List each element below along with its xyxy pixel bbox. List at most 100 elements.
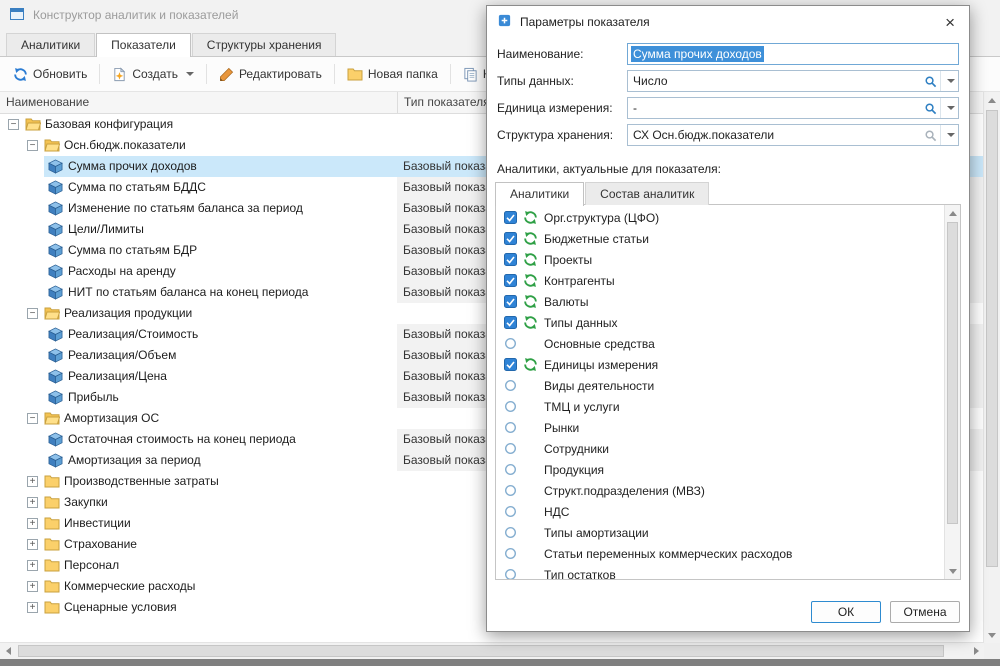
checkbox-unchecked-icon[interactable] <box>504 526 517 539</box>
checkbox-unchecked-icon[interactable] <box>504 400 517 413</box>
checkbox-checked-icon[interactable] <box>504 211 517 224</box>
analytics-scrollbar[interactable] <box>944 205 960 579</box>
analytics-item[interactable]: Основные средства <box>496 333 945 354</box>
horizontal-scroll-thumb[interactable] <box>18 645 944 657</box>
analytics-scroll-thumb[interactable] <box>947 222 958 524</box>
analytics-item[interactable]: Типы данных <box>496 312 945 333</box>
analytics-item[interactable]: Продукция <box>496 459 945 480</box>
name-input[interactable]: Сумма прочих доходов <box>627 43 959 65</box>
chevron-down-icon <box>947 106 955 110</box>
collapse-icon[interactable]: − <box>27 413 38 424</box>
checkbox-checked-icon[interactable] <box>504 358 517 371</box>
analytics-item[interactable]: Бюджетные статьи <box>496 228 945 249</box>
column-header-type[interactable]: Тип показателя <box>397 92 490 113</box>
tree-item-label: Закупки <box>64 492 108 513</box>
create-button[interactable]: Создать <box>104 63 202 86</box>
expand-icon[interactable]: + <box>27 476 38 487</box>
analytics-item[interactable]: Контрагенты <box>496 270 945 291</box>
checkbox-unchecked-icon[interactable] <box>504 442 517 455</box>
analytics-item[interactable]: Рынки <box>496 417 945 438</box>
data-types-lookup[interactable]: Число <box>627 70 959 92</box>
cancel-button[interactable]: Отмена <box>890 601 960 623</box>
dropdown-button[interactable] <box>940 98 958 118</box>
checkbox-checked-icon[interactable] <box>504 316 517 329</box>
search-icon[interactable] <box>921 75 940 88</box>
collapse-icon[interactable]: − <box>27 308 38 319</box>
scroll-down-button[interactable] <box>945 563 960 579</box>
tab-analytics-list[interactable]: Аналитики <box>495 182 584 206</box>
vertical-scroll-thumb[interactable] <box>986 110 998 567</box>
tab-analytics-composition[interactable]: Состав аналитик <box>585 182 709 205</box>
analytics-item[interactable]: Тип остатков <box>496 564 945 579</box>
checkbox-unchecked-icon[interactable] <box>504 484 517 497</box>
checkbox-unchecked-icon[interactable] <box>504 505 517 518</box>
analytics-item[interactable]: Виды деятельности <box>496 375 945 396</box>
checkbox-unchecked-icon[interactable] <box>504 463 517 476</box>
analytics-item[interactable]: Единицы измерения <box>496 354 945 375</box>
analytics-item[interactable]: Сотрудники <box>496 438 945 459</box>
checkbox-checked-icon[interactable] <box>504 253 517 266</box>
ok-button[interactable]: ОК <box>811 601 881 623</box>
column-header-name[interactable]: Наименование <box>6 95 89 109</box>
tree-item-label: Остаточная стоимость на конец периода <box>68 429 296 450</box>
analytics-item-label: Единицы измерения <box>544 358 658 372</box>
checkbox-unchecked-icon[interactable] <box>504 421 517 434</box>
scroll-up-button[interactable] <box>984 92 1000 108</box>
scroll-down-button[interactable] <box>984 627 1000 643</box>
dropdown-button[interactable] <box>940 71 958 91</box>
tab-storage-structures[interactable]: Структуры хранения <box>192 33 337 56</box>
analytics-dimension-icon <box>523 210 539 225</box>
checkbox-unchecked-icon[interactable] <box>504 568 517 579</box>
expand-icon[interactable]: + <box>27 602 38 613</box>
checkbox-unchecked-icon[interactable] <box>504 547 517 560</box>
tree-item-label: Сценарные условия <box>64 597 177 618</box>
folder-icon <box>44 579 60 600</box>
checkbox-checked-icon[interactable] <box>504 295 517 308</box>
dropdown-button[interactable] <box>940 125 958 145</box>
analytics-item-label: Проекты <box>544 253 592 267</box>
analytics-item[interactable]: Структ.подразделения (МВЗ) <box>496 480 945 501</box>
horizontal-scrollbar[interactable] <box>0 642 984 659</box>
expand-icon[interactable]: + <box>27 581 38 592</box>
tree-item-label: Реализация продукции <box>64 303 192 324</box>
expand-icon[interactable]: + <box>27 497 38 508</box>
storage-structure-lookup[interactable]: СХ Осн.бюдж.показатели <box>627 124 959 146</box>
analytics-item-label: Статьи переменных коммерческих расходов <box>544 547 792 561</box>
analytics-item[interactable]: Проекты <box>496 249 945 270</box>
scroll-up-button[interactable] <box>945 205 960 221</box>
tab-analytics[interactable]: Аналитики <box>6 33 95 56</box>
unit-lookup[interactable]: - <box>627 97 959 119</box>
analytics-item[interactable]: НДС <box>496 501 945 522</box>
refresh-button[interactable]: Обновить <box>5 63 95 86</box>
checkbox-checked-icon[interactable] <box>504 274 517 287</box>
analytics-item[interactable]: Статьи переменных коммерческих расходов <box>496 543 945 564</box>
expand-icon[interactable]: + <box>27 560 38 571</box>
tree-item-label: Амортизация за период <box>68 450 201 471</box>
tree-item-label: Сумма по статьям БДР <box>68 240 197 261</box>
cube-icon <box>48 369 63 391</box>
search-icon[interactable] <box>921 102 940 115</box>
close-icon[interactable]: × <box>941 14 959 31</box>
vertical-scrollbar[interactable] <box>983 92 1000 643</box>
expand-icon[interactable]: + <box>27 518 38 529</box>
analytics-item-label: Тип остатков <box>544 568 616 580</box>
expand-icon[interactable]: + <box>27 539 38 550</box>
analytics-list: Орг.структура (ЦФО)Бюджетные статьи Проек… <box>496 207 945 579</box>
checkbox-unchecked-icon[interactable] <box>504 379 517 392</box>
tab-indicators[interactable]: Показатели <box>96 33 191 57</box>
folder-open-icon <box>44 411 60 432</box>
collapse-icon[interactable]: − <box>27 140 38 151</box>
collapse-icon[interactable]: − <box>8 119 19 130</box>
analytics-item[interactable]: Валюты <box>496 291 945 312</box>
new-folder-button[interactable]: Новая папка <box>339 63 446 85</box>
create-dropdown-arrow[interactable] <box>186 72 194 76</box>
new-folder-icon <box>347 67 363 81</box>
checkbox-checked-icon[interactable] <box>504 232 517 245</box>
analytics-item[interactable]: ТМЦ и услуги <box>496 396 945 417</box>
checkbox-unchecked-icon[interactable] <box>504 337 517 350</box>
scroll-left-button[interactable] <box>0 643 16 659</box>
analytics-item[interactable]: Типы амортизации <box>496 522 945 543</box>
analytics-item[interactable]: Орг.структура (ЦФО) <box>496 207 945 228</box>
edit-button[interactable]: Редактировать <box>211 63 330 86</box>
scroll-right-button[interactable] <box>968 643 984 659</box>
